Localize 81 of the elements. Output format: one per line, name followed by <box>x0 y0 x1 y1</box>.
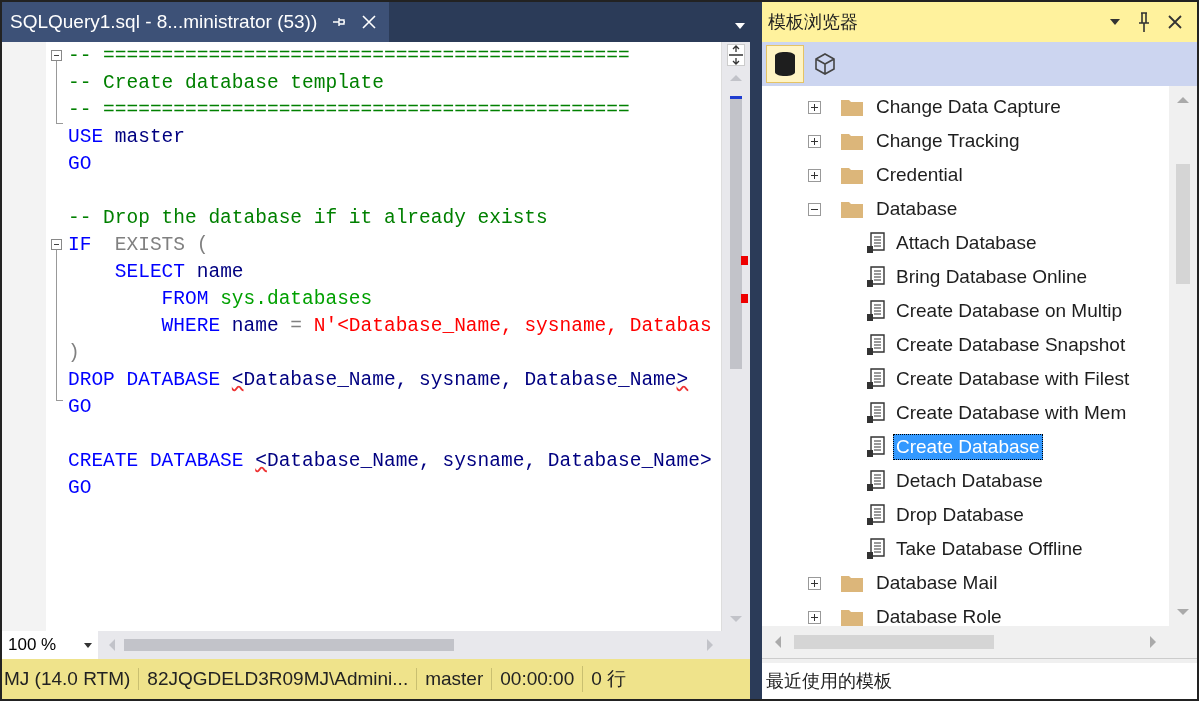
code-line: -- Drop the database if it already exists <box>68 206 548 229</box>
horizontal-scrollbar[interactable] <box>762 626 1197 659</box>
code-line: GO <box>68 395 92 418</box>
code-line: DROP DATABASE <Database_Name, sysname, Database_Name> <box>68 368 689 391</box>
error-marker <box>741 256 748 265</box>
code-line: -- ============================================= <box>68 98 630 121</box>
folder-icon <box>841 200 863 218</box>
code-line: FROM sys.databases <box>160 287 373 310</box>
scrollbar-thumb[interactable] <box>124 639 454 651</box>
collapse-icon[interactable] <box>808 202 821 216</box>
tree-item[interactable]: Change Tracking <box>873 128 1023 154</box>
code-line: -- ============================================= <box>68 44 630 67</box>
script-icon <box>866 300 886 322</box>
tree-item[interactable]: Create Database Snapshot <box>893 332 1129 358</box>
dropdown-icon[interactable] <box>734 22 746 30</box>
vertical-scrollbar[interactable] <box>1169 86 1197 626</box>
folder-icon <box>841 166 863 184</box>
code-line: WHERE name = N'<Database_Name, sysname, Databas <box>160 314 712 337</box>
code-line: IF EXISTS ( <box>68 233 209 256</box>
pin-icon[interactable] <box>1137 11 1151 33</box>
code-line: ) <box>68 341 80 364</box>
database-icon <box>774 51 796 77</box>
collapse-icon[interactable] <box>51 239 62 250</box>
scrollbar-thumb[interactable] <box>794 635 994 649</box>
document-tab[interactable]: SQLQuery1.sql - 8...ministrator (53)) <box>2 2 390 42</box>
status-text: MJ (14.0 RTM) <box>3 668 132 690</box>
code-line: CREATE DATABASE <Database_Name, sysname, Database_Name> <box>68 449 712 472</box>
script-icon <box>866 368 886 390</box>
cube-icon <box>814 52 836 76</box>
collapse-icon[interactable] <box>51 50 62 61</box>
expand-icon[interactable] <box>808 100 821 114</box>
tree-item[interactable]: Bring Database Online <box>893 264 1091 290</box>
expand-icon[interactable] <box>808 134 821 148</box>
script-icon <box>866 436 886 458</box>
script-icon <box>866 470 886 492</box>
folder-icon <box>841 98 863 116</box>
code-line: -- Create database template <box>68 71 384 94</box>
scrollbar-thumb[interactable] <box>730 96 742 369</box>
code-line: SELECT name <box>113 260 244 283</box>
vertical-scrollbar[interactable] <box>721 42 750 631</box>
tree-item[interactable]: Detach Database <box>893 468 1046 494</box>
tree-item[interactable]: Database Role <box>873 604 1005 626</box>
tree-item[interactable]: Database Mail <box>873 570 1001 596</box>
status-text: 00:00:00 <box>491 668 583 690</box>
tree-item[interactable]: Change Data Capture <box>873 94 1064 120</box>
expand-icon[interactable] <box>808 168 821 182</box>
tree-item[interactable]: Database <box>873 196 961 222</box>
script-icon <box>866 402 886 424</box>
script-icon <box>866 334 886 356</box>
tree-item[interactable]: Credential <box>873 162 966 188</box>
script-icon <box>866 538 886 560</box>
script-icon <box>866 504 886 526</box>
tree-item[interactable]: Attach Database <box>893 230 1040 256</box>
script-icon <box>866 232 886 254</box>
status-text: 0 行 <box>582 666 635 692</box>
expand-icon[interactable] <box>808 610 821 624</box>
panel-title: 模板浏览器 <box>768 11 858 34</box>
expand-icon[interactable] <box>808 576 821 590</box>
tree-item[interactable]: Create Database with Mem <box>893 400 1130 426</box>
folder-icon <box>841 132 863 150</box>
dropdown-icon[interactable] <box>1109 18 1121 26</box>
recent-templates-label[interactable]: 最近使用的模板 <box>766 669 892 693</box>
code-line: GO <box>68 152 92 175</box>
fold-guide-line <box>56 61 63 124</box>
database-button[interactable] <box>766 45 804 83</box>
tree-item[interactable]: Drop Database <box>893 502 1027 528</box>
status-text: master <box>416 668 492 690</box>
code-line: GO <box>68 476 92 499</box>
tree-item[interactable]: Take Database Offline <box>893 536 1086 562</box>
error-marker <box>741 294 748 303</box>
code-line: USE master <box>68 125 186 148</box>
script-icon <box>866 266 886 288</box>
tree-item[interactable]: Create Database with Filest <box>893 366 1133 392</box>
split-icon[interactable] <box>727 44 745 66</box>
zoom-dropdown[interactable]: 100 % <box>2 631 98 659</box>
folder-icon <box>841 574 863 592</box>
tree-item[interactable]: Create Database on Multip <box>893 298 1125 324</box>
close-icon[interactable] <box>1167 14 1183 30</box>
caret-icon <box>84 642 92 648</box>
scrollbar-thumb[interactable] <box>1176 164 1190 284</box>
status-text: 82JQGDELD3R09MJ\Admini... <box>138 668 417 690</box>
